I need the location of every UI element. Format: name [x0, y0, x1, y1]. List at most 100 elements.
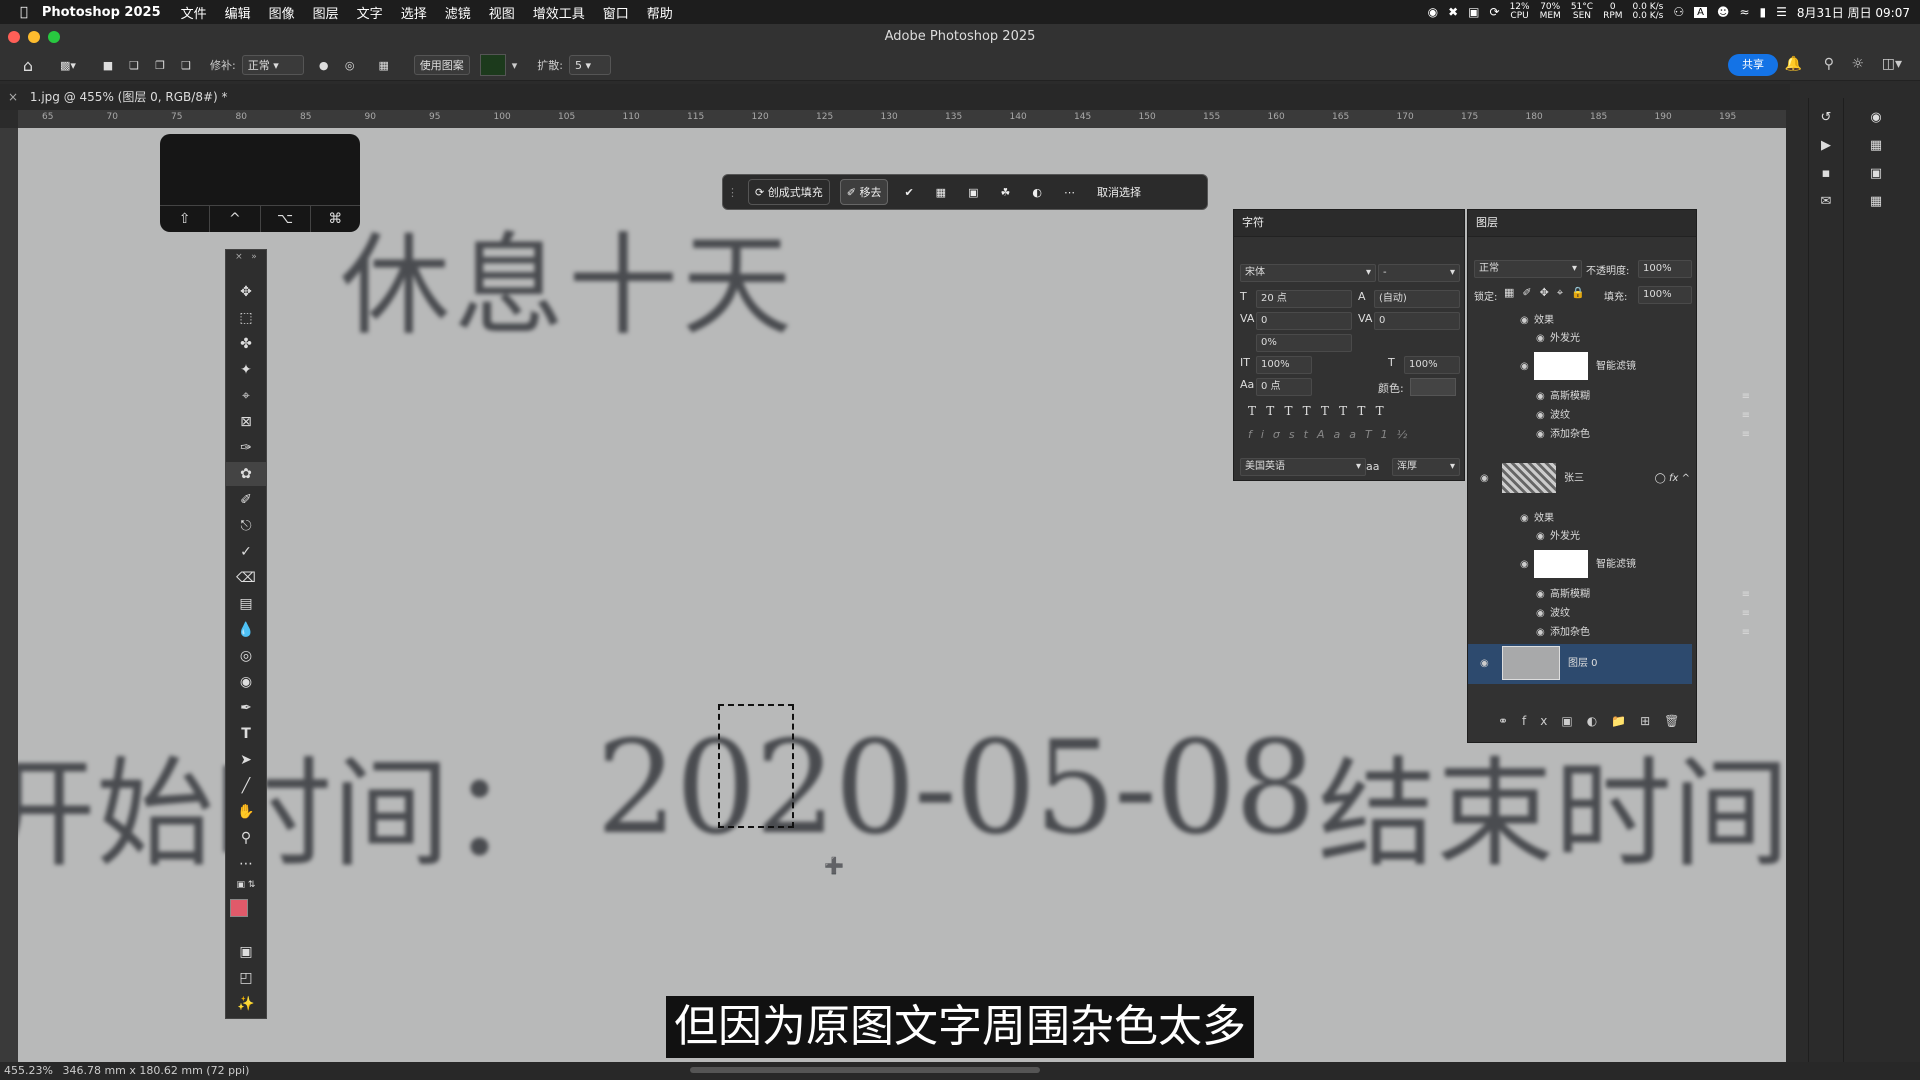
vertical-ruler[interactable] — [0, 128, 19, 1062]
document-info[interactable]: 346.78 mm x 180.62 mm (72 ppi) — [62, 1064, 249, 1077]
workspace-icon[interactable]: ◫▾ — [1882, 56, 1902, 72]
layers-footer-buttons[interactable]: ⚭fx▣◐📁⊞🗑 — [1498, 714, 1693, 728]
type-style-buttons[interactable]: TTTTTTTT — [1248, 404, 1394, 418]
vertical-scale-field[interactable]: 100% — [1256, 356, 1312, 374]
filter-options-icon[interactable]: ≡ — [1742, 426, 1750, 444]
pen-tool-icon[interactable]: ✒ — [226, 696, 266, 720]
control-center-icon[interactable]: ☰ — [1776, 5, 1787, 19]
menu-filter[interactable]: 滤镜 — [445, 3, 471, 22]
magic-wand-tool-icon[interactable]: ✦ — [226, 358, 266, 382]
visibility-eye-icon[interactable]: ◉ — [1536, 407, 1550, 425]
sync-icon[interactable]: ⟳ — [1490, 5, 1500, 19]
more-options-icon[interactable]: ⋯ — [1058, 180, 1081, 204]
menu-layer[interactable]: 图层 — [313, 3, 339, 22]
language-select[interactable]: 美国英语 ▾ — [1240, 458, 1366, 476]
gradients-panel-icon[interactable]: ▣ — [1864, 164, 1888, 184]
default-colors-icon[interactable]: ▣ ⇅ — [226, 878, 266, 892]
document-tab[interactable]: × 1.jpg @ 455% (图层 0, RGB/8#) * — [0, 84, 1790, 110]
font-family-select[interactable]: 宋体 ▾ — [1240, 264, 1376, 282]
visibility-eye-icon[interactable]: ◉ — [1536, 528, 1550, 546]
filter-add-noise-1[interactable]: ◉ 添加杂色 ≡ — [1468, 426, 1764, 444]
generative-icon[interactable]: ✨ — [226, 992, 266, 1016]
apple-icon[interactable]:  — [20, 5, 28, 20]
history-panel-icon[interactable]: ↺ — [1814, 108, 1838, 128]
font-size-field[interactable]: 20 点 — [1256, 290, 1352, 308]
visibility-eye-icon[interactable]: ◉ — [1480, 644, 1494, 684]
filter-gaussian-blur-2[interactable]: ◉ 高斯模糊 ≡ — [1468, 586, 1764, 604]
pin-icon[interactable]: ● — [314, 55, 334, 75]
blur-tool-icon[interactable]: 💧 — [226, 618, 266, 642]
lock-buttons[interactable]: ▦✐✥⌖🔒 — [1504, 286, 1593, 300]
patch-tool-preset-icon[interactable]: ▩▾ — [58, 55, 78, 75]
pattern-swatch[interactable] — [479, 54, 506, 76]
menubar-datetime[interactable]: 8月31日 周日 09:07 — [1797, 4, 1910, 21]
color-panel-icon[interactable]: ◉ — [1864, 108, 1888, 128]
visibility-eye-icon[interactable]: ◉ — [1536, 586, 1550, 604]
foreground-color-swatch[interactable] — [230, 899, 248, 917]
gradient-tool-icon[interactable]: ▤ — [226, 592, 266, 616]
fill-field[interactable]: 100% — [1638, 286, 1692, 304]
visibility-eye-icon[interactable]: ◉ — [1480, 462, 1494, 496]
visibility-eye-icon[interactable]: ◉ — [1520, 510, 1534, 528]
menu-image[interactable]: 图像 — [269, 3, 295, 22]
bell-icon[interactable]: 🔔 — [1785, 56, 1802, 72]
lasso-tool-icon[interactable]: ✤ — [226, 332, 266, 356]
history-brush-tool-icon[interactable]: ✓ — [226, 540, 266, 564]
minimize-window-button[interactable] — [28, 31, 40, 43]
display-icon[interactable]: ▣ — [1468, 5, 1479, 19]
clone-stamp-tool-icon[interactable]: ⎋ — [226, 514, 266, 538]
swatches-panel-icon[interactable]: ▦ — [1864, 136, 1888, 156]
zoom-window-button[interactable] — [48, 31, 60, 43]
blend-mode-select[interactable]: 正常 ▾ — [1474, 260, 1582, 278]
subtract-selection-icon[interactable]: ❐ — [150, 55, 170, 75]
layer-outer-glow-2[interactable]: ◉ 外发光 — [1468, 528, 1764, 546]
character-panel-title[interactable]: 字符 — [1234, 210, 1464, 237]
opacity-field[interactable]: 100% — [1638, 260, 1692, 278]
modify-selection-icon[interactable]: ✔ — [898, 180, 919, 204]
home-icon[interactable]: ⌂ — [18, 55, 38, 75]
tool-icon[interactable]: ✖ — [1448, 5, 1458, 19]
layer-0[interactable]: ◉ 图层 0 — [1468, 644, 1692, 684]
adjustments-brush-icon[interactable]: ▪ — [1814, 164, 1838, 184]
more-tools-icon[interactable]: ⋯ — [226, 852, 266, 876]
marquee-tool-icon[interactable]: ⬚ — [226, 306, 266, 330]
patch-mode-select[interactable]: 正常 ▾ — [241, 55, 304, 75]
share-button[interactable]: 共享 — [1728, 54, 1778, 76]
wechat-icon[interactable]: ⚇ — [1673, 5, 1684, 19]
actions-panel-icon[interactable]: ▶ — [1814, 136, 1838, 156]
user-icon[interactable]: ☻ — [1717, 5, 1730, 19]
baseline-shift-field[interactable]: 0 点 — [1256, 378, 1312, 396]
visibility-eye-icon[interactable]: ◉ — [1536, 624, 1550, 642]
feather-selection-icon[interactable]: ▦ — [930, 180, 952, 204]
hand-tool-icon[interactable]: ✋ — [226, 800, 266, 824]
new-selection-icon[interactable]: ■ — [98, 55, 118, 75]
toolbox-header[interactable]: × » — [226, 250, 266, 264]
fill-icon[interactable]: ☘ — [994, 180, 1016, 204]
frame-tool-icon[interactable]: ⊠ — [226, 410, 266, 434]
visibility-eye-icon[interactable]: ◉ — [1536, 426, 1550, 444]
menu-file[interactable]: 文件 — [181, 3, 207, 22]
close-window-button[interactable] — [8, 31, 20, 43]
adjustment-icon[interactable]: ◐ — [1026, 180, 1048, 204]
intersect-selection-icon[interactable]: ❑ — [176, 55, 196, 75]
remove-button[interactable]: ✐ 移去 — [839, 179, 889, 205]
visibility-eye-icon[interactable]: ◉ — [1520, 312, 1534, 330]
burn-tool-icon[interactable]: ◉ — [226, 670, 266, 694]
app-menu[interactable]: Photoshop 2025 — [42, 5, 161, 20]
tracking-field[interactable]: 0 — [1374, 312, 1460, 330]
layers-panel-title[interactable]: 图层 — [1468, 210, 1696, 237]
target-icon[interactable]: ◎ — [340, 55, 360, 75]
visibility-eye-icon[interactable]: ◉ — [1536, 605, 1550, 623]
leading-field[interactable]: (自动) — [1374, 290, 1460, 308]
text-color-swatch[interactable] — [1410, 378, 1456, 396]
font-style-select[interactable]: - ▾ — [1378, 264, 1460, 282]
fx-icon[interactable]: ◯ fx ^ — [1655, 462, 1690, 496]
chevron-down-icon[interactable]: ▾ — [512, 59, 518, 72]
patterns-panel-icon[interactable]: ▦ — [1864, 192, 1888, 212]
menu-view[interactable]: 视图 — [489, 3, 515, 22]
screen-mode-icon[interactable]: ◰ — [226, 966, 266, 990]
layer-effects-2[interactable]: ◉ 效果 — [1468, 510, 1748, 528]
transparent-icon[interactable]: ▦ — [374, 55, 394, 75]
kerning-field[interactable]: 0 — [1256, 312, 1352, 330]
spread-select[interactable]: 5 ▾ — [568, 55, 611, 75]
